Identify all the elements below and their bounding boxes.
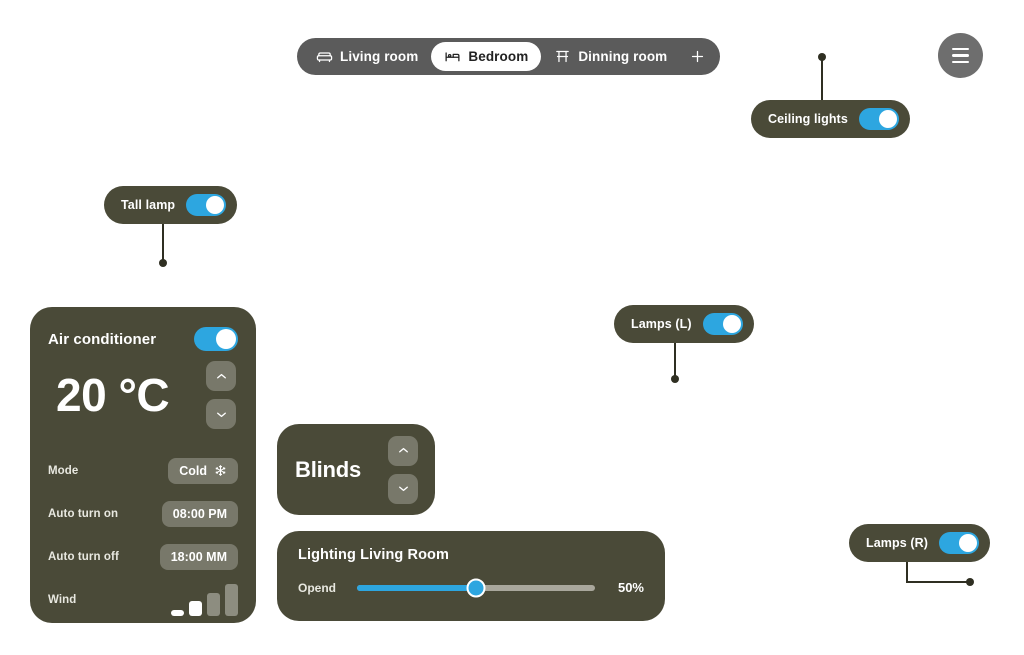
auto-turn-on-value-chip[interactable]: 08:00 PM [161,500,238,527]
device-pill-ceiling-lights[interactable]: Ceiling lights [751,100,910,138]
tall-lamp-anchor-dot [159,259,167,267]
auto-turn-on-label: Auto turn on [48,507,119,520]
ceiling-lights-toggle[interactable] [858,108,899,130]
add-room-button[interactable] [680,42,714,71]
tall-lamp-leader-line [162,224,164,264]
setting-row-wind: Wind [48,578,238,621]
lighting-slider-row: Opend 50% [298,578,644,597]
tab-bedroom[interactable]: Bedroom [431,42,542,71]
setting-row-auto-turn-on: Auto turn on 08:00 PM [48,492,238,535]
chevron-up-icon [398,447,408,453]
wind-bar-4[interactable] [225,583,238,616]
air-conditioner-power-toggle[interactable] [194,327,238,351]
lamps-left-leader-line [674,343,676,379]
air-conditioner-settings: Mode Cold Auto turn on 08:00 PM Auto tur… [48,449,238,621]
lamps-right-label: Lamps (R) [866,536,929,550]
wind-label: Wind [48,593,77,606]
tall-lamp-label: Tall lamp [121,198,176,212]
snowflake-icon [215,465,226,476]
lighting-title: Lighting Living Room [298,547,450,563]
lighting-slider-thumb[interactable] [466,578,486,597]
wind-bar-1[interactable] [171,609,184,616]
plus-icon [691,50,703,63]
ceiling-lights-label: Ceiling lights [768,112,848,126]
lighting-living-room-card: Lighting Living Room Opend 50% [277,531,665,621]
setting-row-auto-turn-off: Auto turn off 18:00 MM [48,535,238,578]
lamps-left-anchor-dot [671,375,679,383]
lamps-right-toggle[interactable] [939,532,980,554]
temperature-increase-button[interactable] [206,361,236,391]
mode-value-text: Cold [179,463,207,478]
dining-table-icon [554,48,571,65]
device-pill-tall-lamp[interactable]: Tall lamp [104,186,238,224]
auto-turn-off-value-chip[interactable]: 18:00 MM [159,543,238,570]
lighting-slider-value: 50% [617,580,644,595]
wind-bar-2[interactable] [189,600,202,616]
wind-bar-3[interactable] [207,592,220,616]
mode-label: Mode [48,464,79,477]
hamburger-menu-button[interactable] [938,33,983,78]
lamps-right-leader-line-vertical [906,562,908,583]
blinds-up-button[interactable] [388,435,418,466]
lighting-slider-fill [357,584,476,591]
air-conditioner-card: Air conditioner 20 °C Mode Cold Auto tur… [30,307,256,623]
air-conditioner-temperature-row: 20 °C [48,361,238,429]
hamburger-menu-icon [952,46,969,65]
lamps-left-label: Lamps (L) [631,317,692,331]
ceiling-lights-anchor-dot [818,53,826,61]
tab-dinning-room[interactable]: Dinning room [541,42,680,71]
air-conditioner-header: Air conditioner [48,327,238,351]
sofa-icon [316,48,333,65]
chevron-down-icon [398,486,408,492]
tab-living-room[interactable]: Living room [303,42,431,71]
tab-bedroom-label: Bedroom [468,49,529,64]
setting-row-mode: Mode Cold [48,449,238,492]
lamps-right-leader-line-horizontal [906,581,970,583]
wind-level-selector[interactable] [171,583,238,616]
air-conditioner-stepper [206,361,236,429]
blinds-title: Blinds [295,456,362,482]
mode-value-chip[interactable]: Cold [168,457,238,484]
temperature-decrease-button[interactable] [206,399,236,429]
smart-home-dashboard: Living room Bedroom Dinning room Ceiling… [0,0,1024,655]
lamps-left-toggle[interactable] [702,313,743,335]
tab-living-room-label: Living room [340,49,419,64]
blinds-card: Blinds [277,424,435,515]
room-nav-bar: Living room Bedroom Dinning room [297,38,721,75]
device-pill-lamps-right[interactable]: Lamps (R) [849,524,991,562]
air-conditioner-temperature: 20 °C [56,369,170,421]
lighting-slider-label: Opend [298,580,336,595]
chevron-up-icon [216,373,226,378]
ceiling-lights-leader-line [821,57,823,102]
tab-dinning-room-label: Dinning room [578,49,668,64]
bed-icon [444,48,461,65]
device-pill-lamps-left[interactable]: Lamps (L) [614,305,754,343]
lighting-slider-track[interactable] [357,578,595,597]
auto-turn-off-label: Auto turn off [48,550,119,563]
blinds-stepper [388,435,418,504]
chevron-down-icon [216,412,226,417]
lamps-right-anchor-dot [966,578,974,586]
air-conditioner-title: Air conditioner [48,330,157,348]
blinds-down-button[interactable] [388,473,418,504]
tall-lamp-toggle[interactable] [186,194,227,216]
